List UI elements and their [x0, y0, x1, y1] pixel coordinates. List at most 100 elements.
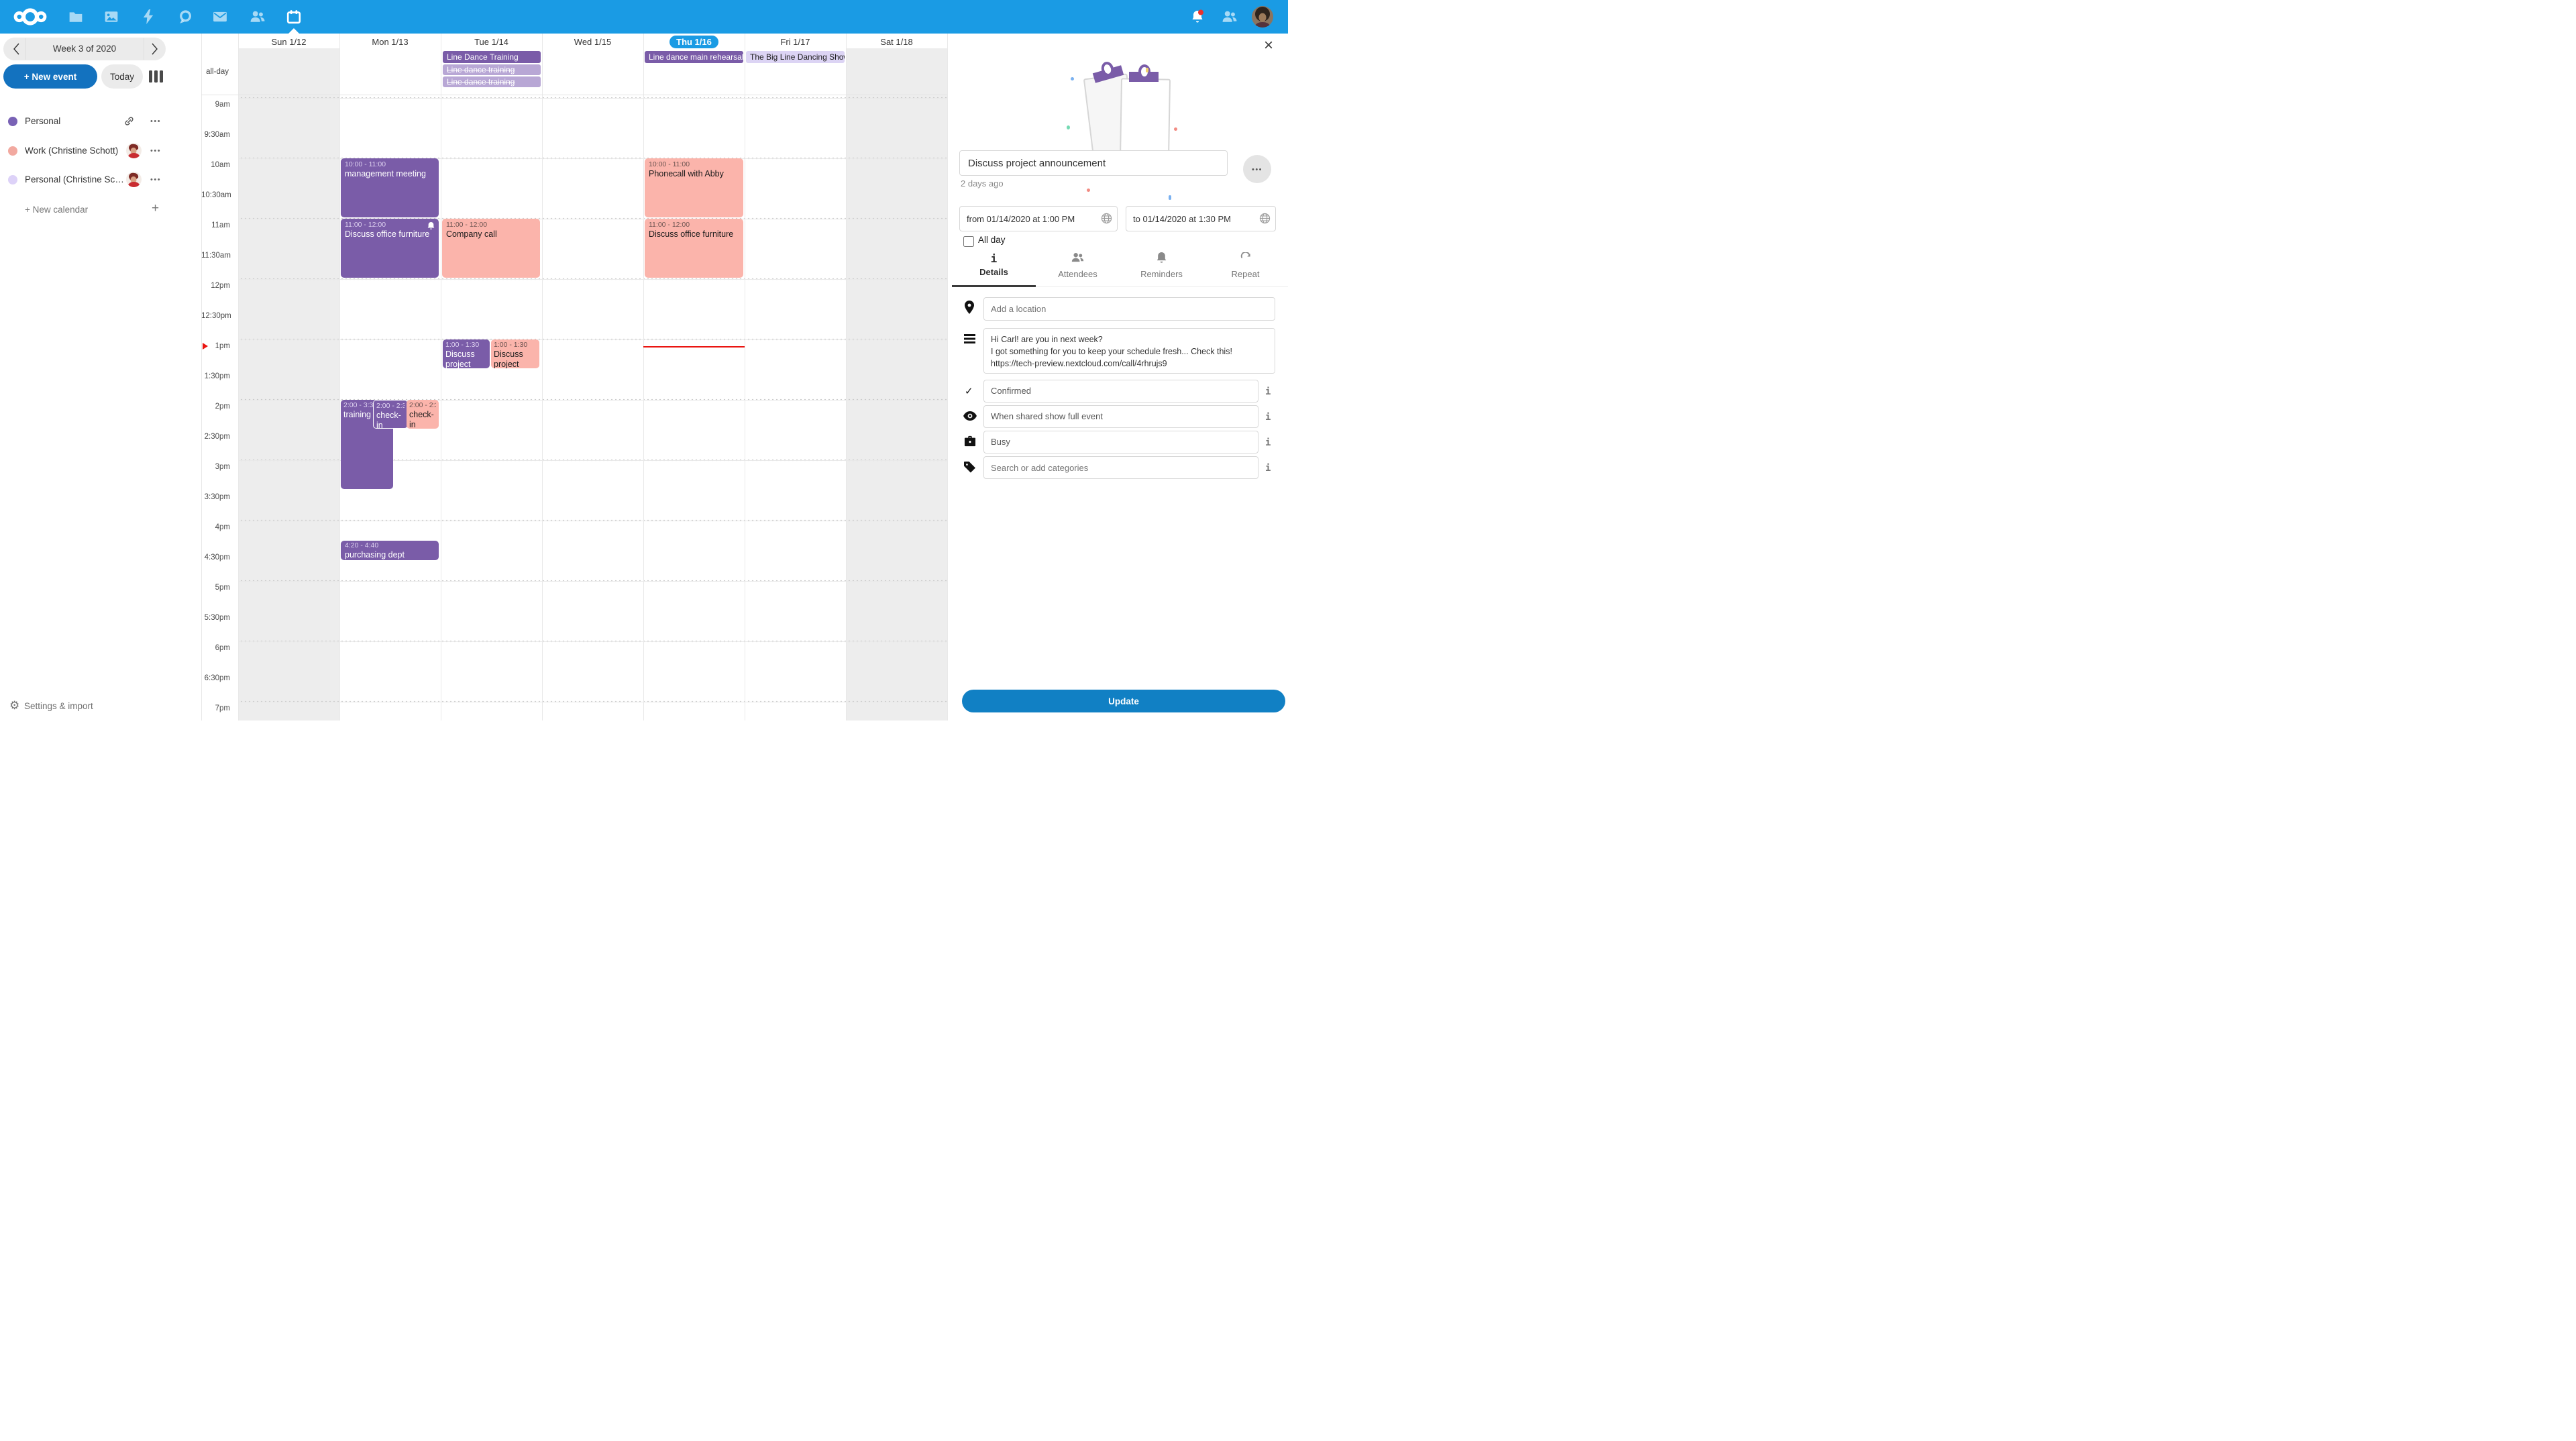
end-datetime-input[interactable] — [1126, 206, 1276, 231]
calendar-more-icon[interactable]: ••• — [150, 117, 161, 125]
time-label: 3pm — [201, 463, 235, 493]
time-label: 4pm — [201, 523, 235, 553]
description-menu-icon — [964, 334, 975, 347]
time-label: 6:30pm — [201, 674, 235, 704]
calendar-more-icon[interactable]: ••• — [150, 147, 161, 155]
settings-label: Settings & import — [24, 701, 93, 711]
calendar-item-work-christine[interactable]: Work (Christine Schott) ••• — [0, 138, 195, 164]
time-label: 9am — [201, 101, 235, 131]
day-header-sat[interactable]: Sat 1/18 — [846, 35, 947, 50]
time-label: 4:30pm — [201, 553, 235, 584]
current-time-arrow-icon — [203, 343, 208, 350]
settings-import-button[interactable]: ⚙ Settings & import — [9, 699, 191, 715]
new-calendar-button[interactable]: + New calendar + — [0, 197, 195, 223]
status-info-icon[interactable]: i — [1265, 386, 1271, 397]
contacts-menu-icon[interactable] — [1222, 9, 1237, 24]
time-label: 11am — [201, 221, 235, 252]
allday-event-cancelled[interactable]: Line dance training — [443, 76, 541, 87]
location-input[interactable] — [983, 297, 1275, 321]
allday-event[interactable]: Line dance main rehearsal — [645, 51, 743, 63]
notifications-bell-icon[interactable] — [1189, 9, 1205, 25]
bell-icon — [1120, 252, 1203, 267]
day-header-wed[interactable]: Wed 1/15 — [542, 35, 643, 50]
time-label: 5pm — [201, 584, 235, 614]
status-check-icon: ✓ — [965, 385, 973, 397]
allday-event[interactable]: The Big Line Dancing Show — [746, 51, 845, 63]
start-datetime-field[interactable] — [959, 206, 1118, 231]
event-illustration — [1067, 64, 1194, 163]
event-check-in-purple[interactable]: 2:00 - 2:30 check-in — [373, 400, 408, 429]
activity-app-icon[interactable] — [141, 9, 156, 24]
talk-app-icon[interactable] — [178, 9, 193, 24]
categories-input[interactable] — [983, 456, 1258, 479]
close-icon[interactable]: × — [1260, 38, 1277, 55]
all-day-label[interactable]: All day — [978, 235, 1006, 245]
time-label: 6pm — [201, 644, 235, 674]
start-datetime-input[interactable] — [959, 206, 1118, 231]
calendar-item-personal[interactable]: Personal ••• — [0, 108, 195, 135]
contacts-app-icon[interactable] — [250, 9, 265, 24]
description-textarea[interactable] — [983, 328, 1275, 374]
event-management-meeting[interactable]: 10:00 - 11:00 management meeting — [341, 158, 439, 217]
visibility-info-icon[interactable]: i — [1265, 412, 1271, 423]
event-check-in-salmon[interactable]: 2:00 - 2:30 check-in — [407, 400, 439, 429]
tab-reminders[interactable]: Reminders — [1120, 252, 1203, 286]
event-phonecall-with-abby[interactable]: 10:00 - 11:00 Phonecall with Abby — [645, 158, 743, 217]
visibility-select[interactable]: When shared show full event — [983, 405, 1258, 428]
week-label[interactable]: Week 3 of 2020 — [26, 38, 143, 60]
day-header-sun[interactable]: Sun 1/12 — [238, 35, 339, 50]
attendees-icon — [1036, 252, 1120, 267]
today-button[interactable]: Today — [101, 64, 143, 89]
update-button[interactable]: Update — [962, 690, 1285, 712]
next-week-button[interactable] — [146, 41, 163, 57]
event-discuss-office-furniture-mon[interactable]: 11:00 - 12:00 Discuss office furniture — [341, 219, 439, 278]
event-purchasing-dept[interactable]: 4:20 - 4:40 purchasing dept — [341, 541, 439, 560]
photos-app-icon[interactable] — [104, 9, 119, 24]
time-label: 12pm — [201, 282, 235, 312]
status-select[interactable]: Confirmed — [983, 380, 1258, 403]
calendar-color-dot — [8, 117, 17, 126]
time-label: 10am — [201, 161, 235, 191]
event-title-input[interactable] — [959, 150, 1228, 176]
all-day-checkbox[interactable] — [963, 236, 974, 247]
time-label: 2pm — [201, 403, 235, 433]
files-app-icon[interactable] — [68, 9, 83, 24]
day-header-fri[interactable]: Fri 1/17 — [745, 35, 846, 50]
categories-info-icon[interactable]: i — [1265, 463, 1271, 474]
event-discuss-project-announcement[interactable]: 1:00 - 1:30 Discuss project announcement — [443, 339, 490, 368]
calendar-item-personal-christine[interactable]: Personal (Christine Schott) ••• — [0, 166, 195, 193]
timezone-globe-icon[interactable] — [1101, 213, 1112, 227]
day-header-tue[interactable]: Tue 1/14 — [441, 35, 542, 50]
availability-select[interactable]: Busy — [983, 431, 1258, 453]
day-header-thu-today[interactable]: Thu 1/16 — [643, 35, 745, 50]
timezone-globe-icon[interactable] — [1259, 213, 1271, 227]
calendar-more-icon[interactable]: ••• — [150, 176, 161, 184]
time-label: 2:30pm — [201, 433, 235, 463]
allday-event-cancelled[interactable]: Line dance training — [443, 64, 541, 75]
mail-app-icon[interactable] — [213, 9, 227, 24]
tab-attendees[interactable]: Attendees — [1036, 252, 1120, 286]
nextcloud-logo-icon[interactable] — [13, 7, 48, 30]
time-label: 12:30pm — [201, 312, 235, 342]
view-toggle-icon[interactable] — [149, 70, 166, 83]
active-tab-underline — [952, 285, 1036, 287]
last-modified-label: 2 days ago — [961, 178, 1004, 189]
user-avatar[interactable] — [1252, 6, 1273, 28]
tab-repeat[interactable]: Repeat — [1203, 252, 1287, 286]
share-link-icon[interactable] — [123, 115, 135, 130]
event-more-actions-icon[interactable]: ••• — [1243, 155, 1271, 183]
day-header-mon[interactable]: Mon 1/13 — [339, 35, 441, 50]
availability-info-icon[interactable]: i — [1265, 437, 1271, 448]
event-discuss-project[interactable]: 1:00 - 1:30 Discuss project — [491, 339, 539, 368]
tab-details[interactable]: i Details — [952, 252, 1036, 286]
previous-week-button[interactable] — [7, 41, 25, 57]
time-label: 5:30pm — [201, 614, 235, 644]
calendar-color-dot — [8, 175, 17, 184]
end-datetime-field[interactable] — [1126, 206, 1276, 231]
event-company-call[interactable]: 11:00 - 12:00 Company call — [442, 219, 540, 278]
event-discuss-office-furniture-thu[interactable]: 11:00 - 12:00 Discuss office furniture — [645, 219, 743, 278]
new-event-button[interactable]: + New event — [3, 64, 97, 89]
calendar-app-icon[interactable] — [286, 9, 301, 24]
time-label: 9:30am — [201, 131, 235, 161]
allday-event[interactable]: Line Dance Training — [443, 51, 541, 63]
